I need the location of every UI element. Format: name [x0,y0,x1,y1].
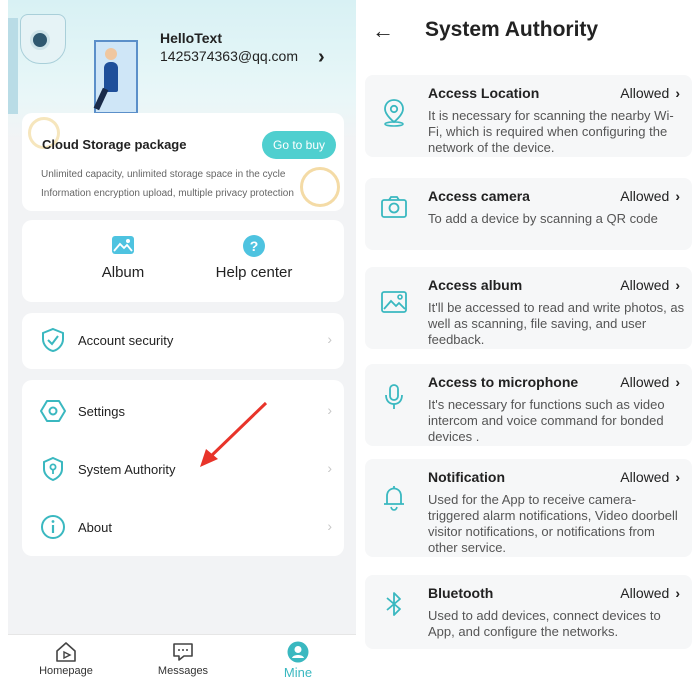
settings-hexagon-icon [40,398,66,424]
go-to-buy-button[interactable]: Go to buy [262,131,336,159]
status-text: Allowed [620,188,670,204]
status-text: Allowed [620,469,670,485]
chevron-right-icon: › [675,277,680,293]
permission-title: Access album [428,277,523,293]
svg-text:?: ? [250,238,259,254]
about-label: About [78,520,112,535]
profile-chevron-icon[interactable]: › [318,46,325,69]
menu-item-account-security[interactable]: Account security › [22,313,344,369]
chevron-right-icon: › [675,85,680,101]
settings-label: Settings [78,404,125,419]
chevron-right-icon: › [327,518,332,534]
permission-status: Allowed › [620,374,680,390]
tab-homepage-label: Homepage [39,665,93,677]
chevron-right-icon: › [327,402,332,418]
permission-description: It'll be accessed to read and write phot… [428,300,685,347]
status-text: Allowed [620,585,670,601]
bluetooth-icon [379,589,409,619]
settings-menu-card: Settings › System Authority › About › [22,380,344,556]
cloud-storage-card: Cloud Storage package Go to buy Unlimite… [22,113,344,211]
storage-description-2: Information encryption upload, multiple … [41,188,294,199]
account-security-label: Account security [78,333,174,348]
permission-title: Access camera [428,188,530,204]
chevron-right-icon: › [675,585,680,601]
back-arrow-icon[interactable]: ← [372,18,394,44]
chevron-right-icon: › [675,188,680,204]
authority-shield-icon [40,456,66,482]
chevron-right-icon: › [327,331,332,347]
tab-messages[interactable]: Messages [143,641,223,677]
page-title: System Authority [425,18,599,41]
permission-description: Used for the App to receive camera-trigg… [428,492,678,555]
menu-item-settings[interactable]: Settings › [22,384,344,440]
permission-status: Allowed › [620,188,680,204]
mine-screen: HelloText 1425374363@qq.com › Cloud Stor… [8,0,356,683]
home-icon [55,641,77,663]
help-center-button[interactable]: ? Help center [194,234,314,281]
annotation-red-arrow [200,401,268,467]
storage-title: Cloud Storage package [42,137,187,152]
tab-mine-label: Mine [283,665,313,680]
permission-camera[interactable]: Access camera Allowed › To add a device b… [365,178,692,250]
permission-status: Allowed › [620,585,680,601]
user-email: 1425374363@qq.com [160,48,298,64]
permission-title: Bluetooth [428,585,494,601]
permission-status: Allowed › [620,85,680,101]
bell-icon [379,483,409,513]
permission-description: It's necessary for functions such as vid… [428,397,665,444]
storage-description-1: Unlimited capacity, unlimited storage sp… [41,169,286,180]
camera-pole-illustration [8,18,18,114]
permission-title: Access Location [428,85,540,101]
permission-status: Allowed › [620,469,680,485]
chevron-right-icon: › [675,374,680,390]
status-text: Allowed [620,277,670,293]
location-icon [379,97,409,127]
album-icon [111,234,135,256]
person-illustration [104,62,118,92]
menu-item-system-authority[interactable]: System Authority › [22,442,344,498]
shield-icon [40,327,66,353]
tab-mine[interactable]: Mine [258,641,338,680]
person-illustration-head [105,48,117,60]
permission-notification[interactable]: Notification Allowed › Used for the App t… [365,459,692,557]
image-icon [379,287,409,317]
album-label: Album [101,264,145,281]
account-security-card: Account security › [22,313,344,369]
decorative-ring [300,167,340,207]
help-center-label: Help center [215,264,293,281]
bottom-tab-bar: Homepage Messages Mine [8,634,356,683]
user-icon [287,641,309,663]
quick-links-card: Album ? Help center [22,220,344,302]
permission-microphone[interactable]: Access to microphone Allowed › It's neces… [365,364,692,446]
permission-title: Notification [428,469,505,485]
tab-messages-label: Messages [157,665,209,677]
microphone-icon [379,382,409,412]
message-icon [172,641,194,663]
menu-item-about[interactable]: About › [22,500,344,556]
camera-icon [379,192,409,222]
user-name: HelloText [160,30,222,46]
permission-status: Allowed › [620,277,680,293]
tab-homepage[interactable]: Homepage [26,641,106,677]
help-icon: ? [242,234,266,257]
permission-album[interactable]: Access album Allowed › It'll be accessed … [365,267,692,349]
permission-location[interactable]: Access Location Allowed › It is necessary… [365,75,692,157]
chevron-right-icon: › [675,469,680,485]
permission-title: Access to microphone [428,374,579,390]
permission-description: Used to add devices, connect devices to … [428,608,661,639]
permission-description: It is necessary for scanning the nearby … [428,108,674,155]
status-text: Allowed [620,85,670,101]
chevron-right-icon: › [327,460,332,476]
info-icon [40,514,66,540]
system-authority-label: System Authority [78,462,176,477]
album-button[interactable]: Album [63,234,183,281]
permission-bluetooth[interactable]: Bluetooth Allowed › Used to add devices, … [365,575,692,649]
system-authority-screen: ← System Authority Access Location Allow… [362,0,697,683]
status-text: Allowed [620,374,670,390]
camera-lens-illustration [30,30,50,50]
permission-description: To add a device by scanning a QR code [428,211,658,226]
